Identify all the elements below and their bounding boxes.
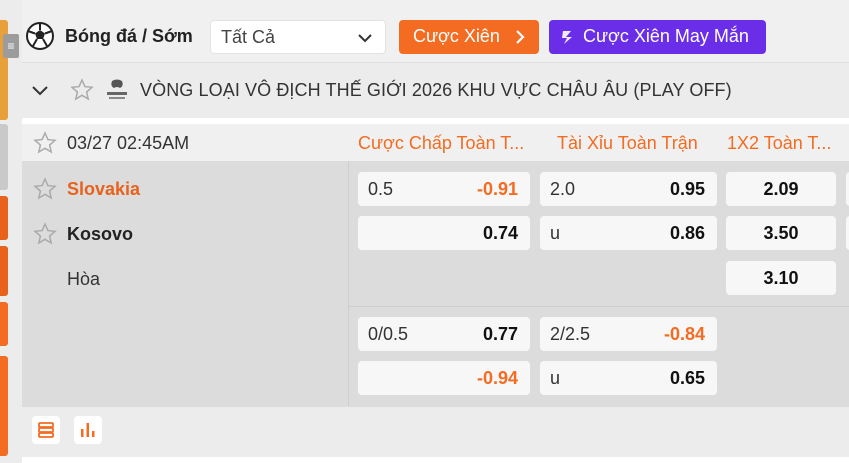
draw-label: Hòa: [67, 269, 101, 289]
bar-chart-icon: [81, 423, 95, 437]
chevron-down-icon[interactable]: [31, 81, 49, 99]
handicap-line: 0/0.5: [368, 324, 409, 344]
lucky-icon: [562, 31, 572, 44]
soccer-ball-icon: [26, 22, 54, 50]
odds-cell-hdp-away[interactable]: -0.94: [358, 361, 530, 395]
odds-value: 0.77: [482, 324, 518, 344]
league-title: VÒNG LOẠI VÔ ĐỊCH THẾ GIỚI 2026 KHU VỰC …: [140, 80, 732, 100]
star-icon[interactable]: [33, 222, 57, 246]
odds-value: -0.94: [476, 368, 518, 388]
side-tab-3[interactable]: [0, 196, 8, 240]
odds-cell-ou-under[interactable]: u 0.65: [540, 361, 717, 395]
odds-value: 0.65: [669, 368, 705, 388]
odds-divider: [348, 306, 849, 307]
handicap-line: 0.5: [368, 179, 394, 199]
odds-cell-1x2-away[interactable]: 3.50: [726, 216, 836, 250]
filter-value: Tất Cả: [221, 27, 276, 47]
column-handicap[interactable]: Cược Chấp Toàn T...: [358, 133, 524, 154]
star-icon[interactable]: [33, 177, 57, 201]
side-tab-4[interactable]: [0, 246, 8, 296]
total-line: 2/2.5: [550, 324, 591, 344]
odds-cell-ou-under[interactable]: u 0.86: [540, 216, 717, 250]
odds-cell-hdp-home[interactable]: 0/0.5 0.77: [358, 317, 530, 351]
european-qualifiers-logo: [107, 79, 127, 99]
odds-cell-ou-over[interactable]: 2.0 0.95: [540, 172, 717, 206]
sport-title: Bóng đá / Sớm: [65, 26, 193, 46]
filter-dropdown[interactable]: Tất Cả: [210, 20, 386, 54]
column-over-under[interactable]: Tài Xỉu Toàn Trận: [557, 133, 698, 154]
parlay-button-label: Cược Xiên: [413, 26, 500, 46]
under-label: u: [550, 223, 561, 243]
away-team-name: Kosovo: [67, 224, 134, 244]
match-header: 03/27 02:45AM Cược Chấp Toàn T... Tài Xỉ…: [22, 124, 849, 161]
league-header[interactable]: VÒNG LOẠI VÔ ĐỊCH THẾ GIỚI 2026 KHU VỰC …: [22, 62, 849, 118]
odds-value: 2.09: [763, 179, 799, 199]
star-icon[interactable]: [70, 78, 94, 102]
odds-value: -0.91: [476, 179, 518, 199]
lucky-parlay-button-label: Cược Xiên May Mắn: [583, 26, 749, 46]
odds-cell-ou-over[interactable]: 2/2.5 -0.84: [540, 317, 717, 351]
side-tab-2[interactable]: [0, 124, 8, 190]
odds-value: 3.10: [763, 268, 799, 288]
odds-cell-hdp-home[interactable]: 0.5 -0.91: [358, 172, 530, 206]
odds-value: -0.84: [663, 324, 705, 344]
odds-value: 3.50: [763, 223, 799, 243]
under-label: u: [550, 368, 561, 388]
lucky-parlay-button[interactable]: Cược Xiên May Mắn: [549, 20, 766, 54]
odds-value: 0.95: [669, 179, 705, 199]
odds-cell-1x2-home[interactable]: 2.09: [726, 172, 836, 206]
star-icon[interactable]: [33, 131, 57, 155]
total-line: 2.0: [550, 179, 576, 199]
chevron-down-icon: [358, 34, 372, 43]
stats-button[interactable]: [74, 416, 102, 444]
odds-cell-1x2-draw[interactable]: 3.10: [726, 261, 836, 295]
column-1x2[interactable]: 1X2 Toàn T...: [727, 133, 831, 154]
parlay-button[interactable]: Cược Xiên: [399, 20, 539, 54]
list-icon: [38, 422, 54, 438]
home-team-name: Slovakia: [67, 179, 141, 199]
side-tab-6[interactable]: [0, 356, 8, 456]
odds-cell-hdp-away[interactable]: 0.74: [358, 216, 530, 250]
odds-value: 0.86: [669, 223, 705, 243]
odds-value: 0.74: [482, 223, 518, 243]
chevron-right-icon: [516, 30, 525, 44]
match-footer: [22, 406, 849, 457]
left-edge-strip: ≡: [0, 0, 22, 463]
menu-icon[interactable]: ≡: [3, 34, 19, 58]
match-teams: Slovakia Kosovo Hòa: [22, 161, 348, 406]
bet-list-button[interactable]: [32, 416, 60, 444]
side-tab-5[interactable]: [0, 302, 8, 346]
match-datetime: 03/27 02:45AM: [67, 133, 190, 153]
